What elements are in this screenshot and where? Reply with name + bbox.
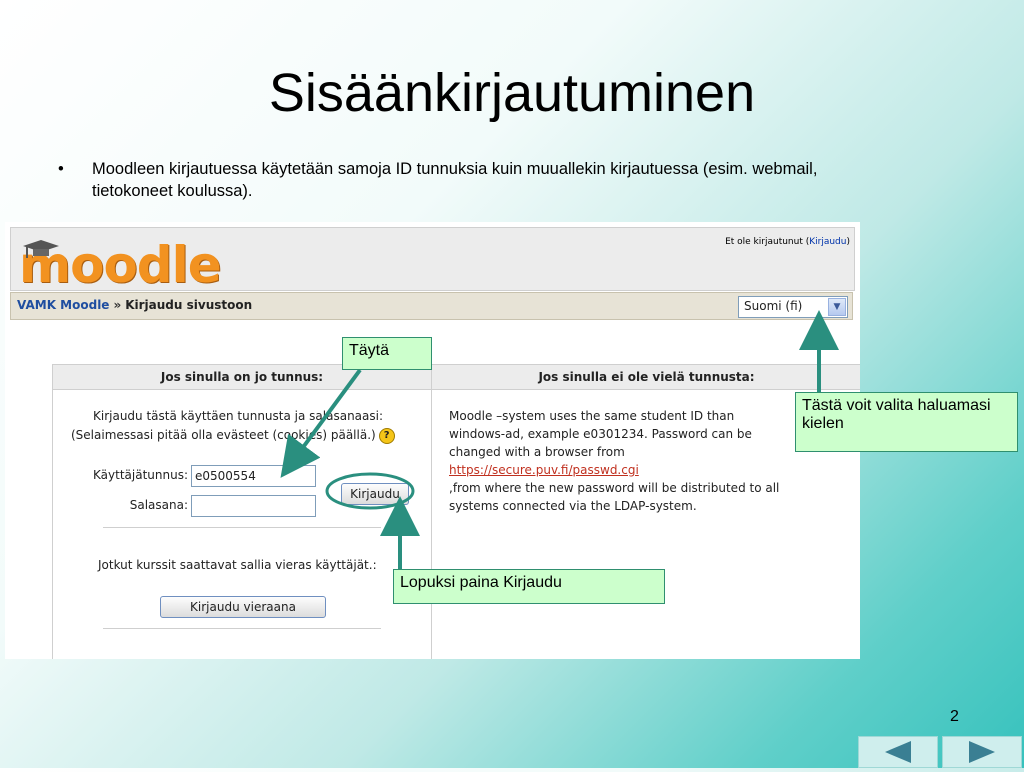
language-select-value: Suomi (fi) (744, 299, 803, 313)
login-instructions: Kirjaudu tästä käyttäen tunnusta ja sala… (71, 407, 431, 445)
password-change-link[interactable]: https://secure.puv.fi/passwd.cgi (449, 463, 639, 477)
breadcrumb-separator: » (113, 298, 122, 312)
instructions-line: Moodle –system uses the same student ID … (449, 409, 735, 423)
username-field[interactable]: e0500554 (191, 465, 316, 487)
bullet-mark: • (58, 160, 64, 178)
instructions-line: changed with a browser from (449, 445, 625, 459)
breadcrumb-bar: VAMK Moodle » Kirjaudu sivustoon Suomi (fi… (10, 292, 853, 320)
callout-language: Tästä voit valita haluamasi kielen (795, 392, 1018, 452)
prev-slide-button[interactable] (858, 736, 938, 768)
slide-title: Sisäänkirjautuminen (268, 63, 756, 123)
help-icon[interactable]: ? (378, 427, 395, 444)
next-slide-button[interactable] (942, 736, 1022, 768)
login-button[interactable]: Kirjaudu (341, 483, 409, 505)
new-account-heading: Jos sinulla ei ole vielä tunnusta: (432, 365, 860, 390)
callout-finally: Lopuksi paina Kirjaudu (393, 569, 665, 604)
existing-account-column: Jos sinulla on jo tunnus: Kirjaudu tästä… (53, 365, 432, 659)
callout-fill: Täytä (342, 337, 432, 370)
divider (103, 527, 381, 528)
chevron-down-icon[interactable]: ▼ (828, 298, 846, 316)
instructions-line: systems connected via the LDAP-system. (449, 499, 697, 513)
new-account-instructions: Moodle –system uses the same student ID … (449, 407, 849, 515)
language-select[interactable]: Suomi (fi) ▼ (738, 296, 848, 318)
password-label: Salasana: (129, 498, 188, 512)
login-link[interactable]: Kirjaudu (809, 237, 846, 247)
guest-text: Jotkut kurssit saattavat sallia vieras k… (98, 558, 377, 572)
login-status-text: Et ole kirjautunut ( (725, 237, 810, 247)
moodle-header: moodle Et ole kirjautunut (Kirjaudu) (10, 227, 855, 294)
login-status: Et ole kirjautunut (Kirjaudu) (725, 237, 850, 247)
username-label: Käyttäjätunnus: (93, 468, 188, 482)
triangle-left-icon (885, 741, 911, 763)
login-table: Jos sinulla on jo tunnus: Kirjaudu tästä… (52, 364, 860, 659)
triangle-right-icon (969, 741, 995, 763)
bullet-text: Moodleen kirjautuessa käytetään samoja I… (92, 160, 818, 200)
breadcrumb: VAMK Moodle » Kirjaudu sivustoon (17, 298, 252, 312)
breadcrumb-home-link[interactable]: VAMK Moodle (17, 298, 109, 312)
bullet-item: • Moodleen kirjautuessa käytetään samoja… (58, 158, 838, 202)
login-status-end: ) (846, 237, 850, 247)
instructions-line: ,from where the new password will be dis… (449, 481, 780, 495)
cookies-note: (Selaimessasi pitää olla evästeet (cooki… (71, 428, 376, 442)
mortarboard-icon (23, 240, 59, 258)
divider (103, 628, 381, 629)
breadcrumb-current: Kirjaudu sivustoon (125, 298, 253, 312)
instructions-line: windows-ad, example e0301234. Password c… (449, 427, 752, 441)
login-instructions-line2: (Selaimessasi pitää olla evästeet (cooki… (71, 426, 431, 445)
login-instructions-line1: Kirjaudu tästä käyttäen tunnusta ja sala… (93, 409, 384, 423)
password-field[interactable] (191, 495, 316, 517)
guest-login-button[interactable]: Kirjaudu vieraana (160, 596, 326, 618)
page-number: 2 (950, 708, 959, 725)
moodle-logo: moodle (19, 236, 222, 294)
